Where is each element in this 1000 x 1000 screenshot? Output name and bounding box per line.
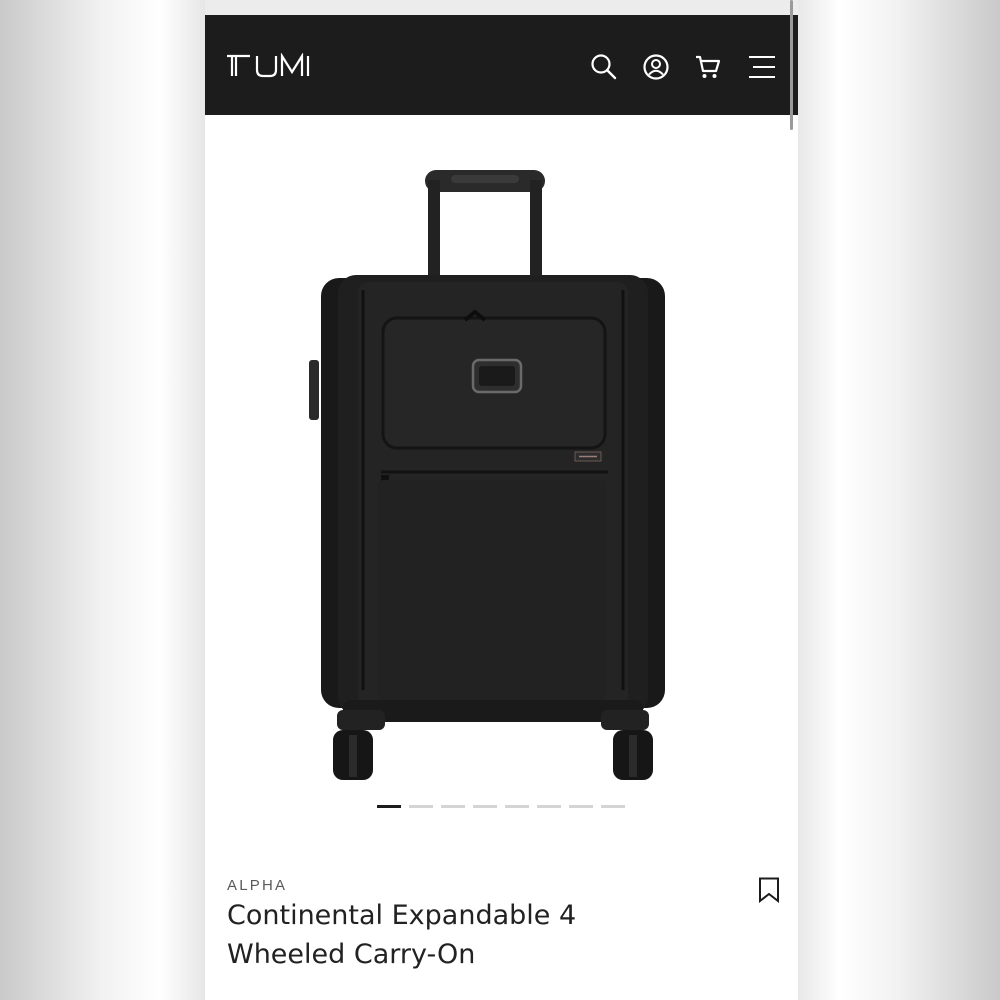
bookmark-icon[interactable] [758,877,780,903]
product-title: Continental Expandable 4 Wheeled Carry-O… [227,900,577,970]
tumi-logo[interactable] [226,53,320,79]
product-gallery[interactable] [205,115,798,855]
scroll-indicator[interactable] [790,0,793,130]
carousel-dot[interactable] [441,805,465,808]
carousel-indicator [377,805,625,808]
carousel-dot[interactable] [601,805,625,808]
carousel-dot[interactable] [537,805,561,808]
collection-label[interactable]: ALPHA [227,877,287,894]
carousel-dot[interactable] [473,805,497,808]
account-icon[interactable] [642,53,670,81]
carousel-dot[interactable] [569,805,593,808]
phone-screen: ALPHA Continental Expandable 4 Wheeled C… [205,0,798,1000]
cart-icon[interactable] [694,53,722,81]
carousel-dot[interactable] [377,805,401,808]
carousel-dot[interactable] [505,805,529,808]
site-header [205,15,798,115]
product-info: ALPHA Continental Expandable 4 Wheeled C… [205,870,798,1000]
menu-icon[interactable] [748,53,776,81]
carousel-dot[interactable] [409,805,433,808]
product-image[interactable] [303,170,683,780]
status-bar [205,0,798,15]
search-icon[interactable] [590,53,618,81]
